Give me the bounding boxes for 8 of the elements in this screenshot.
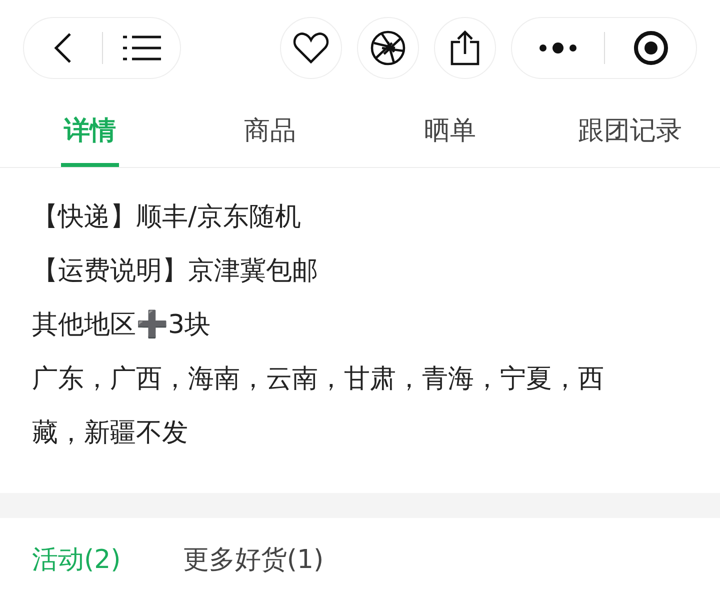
tab[interactable]: 商品 xyxy=(180,96,360,167)
detail-text: 其他地区➕3块 xyxy=(32,308,212,342)
detail-text: 【快递】顺丰/京东随机 xyxy=(32,201,302,234)
detail-text: 广东，广西，海南，云南，甘肃，青海，宁夏，西藏，新疆不发 xyxy=(32,363,605,450)
tab[interactable]: 跟团记录 xyxy=(540,96,720,167)
detail-text: 【运费说明】京津冀包邮 xyxy=(32,255,319,288)
tab[interactable]: 晒单 xyxy=(360,96,540,167)
section-tab[interactable]: 更多好货(1) xyxy=(182,540,324,580)
